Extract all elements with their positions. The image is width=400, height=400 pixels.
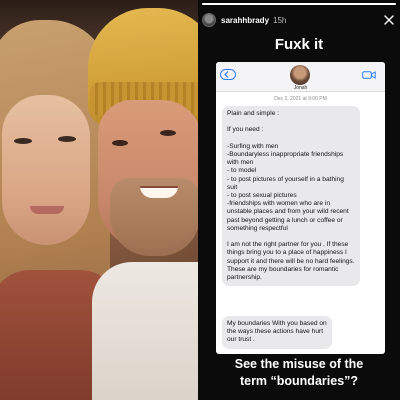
story-panel[interactable]: sarahhbrady 15h Fuxk it Jonah Dec 2, 202… <box>198 0 400 400</box>
story-header: sarahhbrady 15h <box>202 10 396 30</box>
man-shirt <box>92 262 198 400</box>
message-date: Dec 2, 2021 at 9:00 PM <box>274 96 327 102</box>
man-eye-left <box>112 140 128 146</box>
close-icon[interactable] <box>382 13 396 27</box>
story-progress-fill <box>202 3 396 5</box>
story-title: Fuxk it <box>274 36 324 53</box>
story-progress-bar <box>202 3 396 5</box>
imessage-header: Jonah <box>216 62 385 92</box>
woman-mouth <box>30 206 64 214</box>
story-username[interactable]: sarahhbrady <box>221 16 269 25</box>
message-bubble: My boundaries With you based on the ways… <box>222 316 332 349</box>
contact-name: Jonah <box>293 85 308 91</box>
caption-line: See the misuse of the <box>234 357 364 371</box>
message-bubble: Plain and simple : If you need : -Surfin… <box>222 106 360 287</box>
man-smile <box>140 186 178 198</box>
back-button[interactable] <box>220 69 236 80</box>
woman-eye-right <box>58 136 76 142</box>
story-caption: See the misuse of the term “boundaries”? <box>198 356 400 390</box>
couple-photo <box>0 0 198 400</box>
woman-eye-left <box>14 138 32 144</box>
man-eye-right <box>160 130 176 136</box>
story-timestamp: 15h <box>273 15 287 25</box>
woman-face <box>2 95 90 245</box>
story-avatar[interactable] <box>202 13 216 27</box>
video-camera-icon[interactable] <box>362 70 376 80</box>
imessage-screenshot: Jonah Dec 2, 2021 at 9:00 PM Plain and s… <box>216 62 385 354</box>
caption-line: term “boundaries”? <box>239 374 359 388</box>
contact-avatar[interactable] <box>290 65 310 85</box>
back-chevron-icon <box>224 71 229 78</box>
